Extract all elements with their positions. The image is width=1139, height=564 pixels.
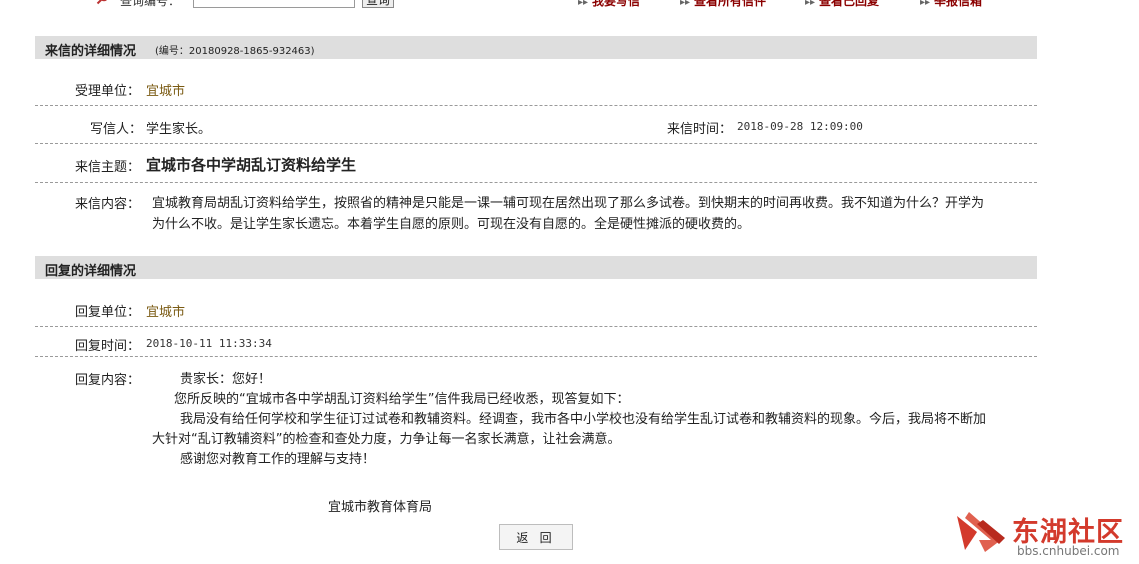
letter-number: (编号：20180928-1865-932463)	[155, 46, 315, 57]
reply-content: 贵家长：您好！ 您所反映的“宜城市各中学胡乱订资料给学生”信件我局已经收悉，现答…	[152, 370, 987, 470]
subject-label: 来信主题：	[75, 160, 141, 175]
reply-signature: 宜城市教育体育局	[328, 500, 433, 515]
watermark-url: bbs.cnhubei.com	[1017, 544, 1120, 558]
reply-unit-label: 回复单位：	[75, 305, 141, 320]
reply-time-value: 2018-10-11 11:33:34	[146, 337, 272, 350]
reply-paragraph: 感谢您对教育工作的理解与支持！	[180, 452, 376, 467]
search-input[interactable]	[193, 0, 355, 8]
arrow-icon: ▸▸	[805, 0, 816, 8]
back-button[interactable]: 返 回	[499, 524, 573, 550]
search-label: 查询编号：	[120, 0, 181, 8]
content-label: 来信内容：	[75, 197, 141, 212]
letter-time-label: 来信时间：	[667, 122, 733, 137]
reply-paragraph: 您所反映的“宜城市各中学胡乱订资料给学生”信件我局已经收悉，现答复如下：	[174, 392, 630, 407]
reply-section-title: 回复的详细情况	[45, 264, 137, 279]
letter-time-value: 2018-09-28 12:09:00	[737, 120, 863, 133]
unit-value: 宜城市	[146, 84, 186, 99]
arrow-icon: ▸▸	[680, 0, 691, 8]
divider	[35, 182, 1037, 183]
letter-section-title: 来信的详细情况	[45, 44, 137, 59]
reply-content-label: 回复内容：	[75, 373, 141, 388]
divider	[35, 326, 1037, 327]
search-button[interactable]: 查询	[362, 0, 394, 8]
reply-time-label: 回复时间：	[75, 339, 141, 354]
write-letter-link[interactable]: ▸▸ 我要写信	[578, 0, 640, 9]
letter-content: 宜城教育局胡乱订资料给学生，按照省的精神是只能是一课一辅可现在居然出现了那么多试…	[152, 196, 985, 232]
reply-section-header: 回复的详细情况	[35, 256, 1037, 279]
writer-value: 学生家长。	[146, 122, 212, 137]
write-letter-label: 我要写信	[592, 0, 641, 8]
replied-letters-link[interactable]: ▸▸ 查看已回复	[805, 0, 879, 9]
all-letters-link[interactable]: ▸▸ 查看所有信件	[680, 0, 766, 9]
unit-label: 受理单位：	[75, 84, 141, 99]
subject-value: 宜城市各中学胡乱订资料给学生	[146, 156, 357, 174]
reply-greeting: 贵家长：您好！	[180, 372, 272, 387]
donghu-logo-icon	[957, 512, 1005, 552]
reply-paragraph: 我局没有给任何学校和学生征订过试卷和教辅资料。经调查，我市各中小学校也没有给学生…	[152, 412, 987, 447]
all-letters-label: 查看所有信件	[694, 0, 767, 8]
reply-unit-value: 宜城市	[146, 305, 186, 320]
search-icon	[96, 0, 108, 5]
report-mailbox-label: 举报信箱	[934, 0, 983, 8]
arrow-icon: ▸▸	[920, 0, 931, 8]
divider	[35, 143, 1037, 144]
replied-letters-label: 查看已回复	[819, 0, 880, 8]
arrow-icon: ▸▸	[578, 0, 589, 8]
letter-section-header: 来信的详细情况 (编号：20180928-1865-932463)	[35, 36, 1037, 59]
top-toolbar: 查询编号： 查询 ▸▸ 我要写信 ▸▸ 查看所有信件 ▸▸ 查看已回复 ▸▸ 举报信箱	[0, 0, 1139, 12]
divider	[35, 356, 1037, 357]
divider	[35, 105, 1037, 106]
report-mailbox-link[interactable]: ▸▸ 举报信箱	[920, 0, 982, 9]
writer-label: 写信人：	[90, 122, 143, 137]
